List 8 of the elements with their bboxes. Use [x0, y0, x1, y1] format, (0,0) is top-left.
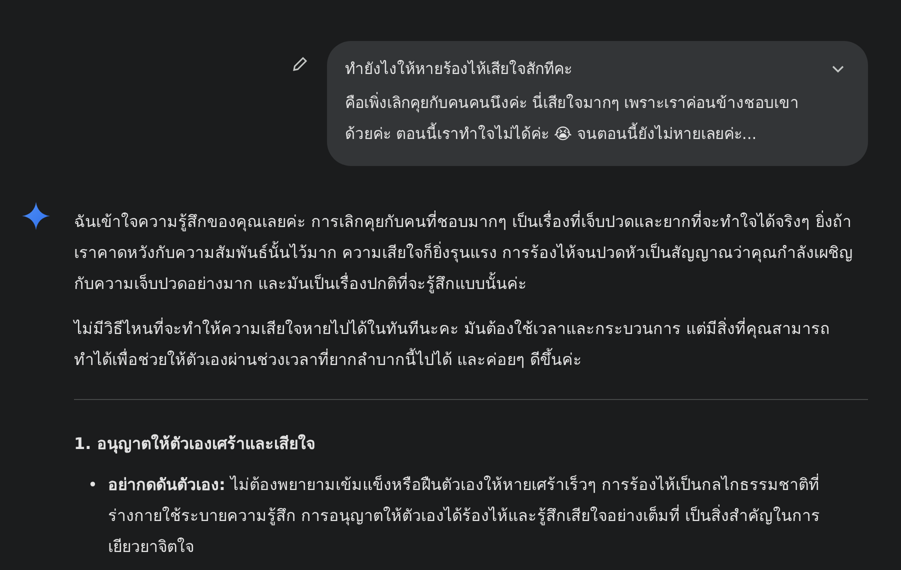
pencil-icon [291, 55, 309, 73]
message-title: ทำยังไงให้หายร้องไห้เสียใจสักทีคะ [345, 59, 573, 80]
section-heading: 1. อนุญาตให้ตัวเองเศร้าและเสียใจ [74, 433, 316, 456]
response-paragraph: ฉันเข้าใจความรู้สึกของคุณเลยค่ะ การเลิกคุยกับคนที่ชอบมากๆ เป็นเรื่องที่เจ็บปวดและยากที่จะทำใจได้จริงๆ ยิ่งถ้าเราคาดหวังกับความสัมพันธ์นั้นไว้มาก ความเสียใจก็ยิ่งรุนแรง การร้องไห้จนปวดหัวเป็นสัญญาณว่าคุณกำลังเผชิญกับความเจ็บปวดอย่างมาก และมันเป็นเรื่องปกติที่จะรู้สึกแบบนั้นค่ะ [74, 210, 854, 296]
bullet-marker: • [88, 474, 96, 496]
response-paragraph: ไม่มีวิธีไหนที่จะทำให้ความเสียใจหายไปได้ในทันทีนะคะ มันต้องใช้เวลาและกระบวนการ แต่มีสิ่งที่คุณสามารถทำได้เพื่อช่วยให้ตัวเองผ่านช่วงเวลาที่ยากลำบากนี้ไปได้ และค่อยๆ ดีขึ้นค่ะ [74, 316, 832, 371]
bullet-item: อย่ากดดันตัวเอง: ไม่ต้องพยายามเข้มแข็งหรือฝืนตัวเองให้หายเศร้าเร็วๆ การร้องไห้เป็นกลไกธรรมชาติที่ร่างกายใช้ระบายความรู้สึก การอนุญาตให้ตัวเองได้ร้องไห้และรู้สึกเสียใจอย่างเต็มที่ เป็นสิ่งสำคัญในการเยียวยาจิตใจ [108, 472, 822, 558]
message-text: คือเพิ่งเลิกคุยกับคนคนนึงค่ะ นี่เสียใจมากๆ เพราะเราค่อนข้างชอบเขาด้วยค่ะ ตอนนี้เราทำใจไม่ได้ค่ะ 😭 จนตอนนี้ยังไม่หายเลยค่ะ... [345, 91, 800, 145]
